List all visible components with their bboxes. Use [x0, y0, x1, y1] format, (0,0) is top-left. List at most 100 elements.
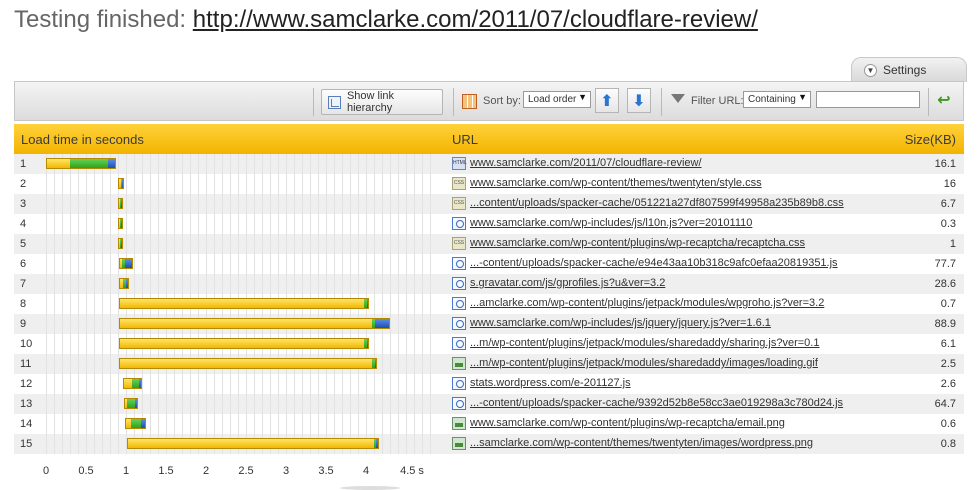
resource-url-link[interactable]: www.samclarke.com/2011/07/cloudflare-rev… — [470, 157, 702, 169]
axis-tick-label: 4.5 s — [400, 465, 424, 477]
settings-tab-label: Settings — [883, 63, 927, 77]
waterfall-bar[interactable] — [118, 358, 378, 369]
resource-url-link[interactable]: www.samclarke.com/wp-content/themes/twen… — [470, 177, 762, 189]
waterfall-bar[interactable] — [125, 418, 146, 429]
gridline — [102, 154, 103, 454]
resource-url-link[interactable]: ...samclarke.com/wp-content/themes/twent… — [470, 437, 813, 449]
axis-tick-label: 2.5 — [238, 465, 254, 477]
gridline — [70, 154, 71, 454]
bar-segment — [119, 339, 365, 348]
waterfall-bar[interactable] — [118, 238, 123, 249]
gridline — [54, 154, 55, 454]
gridline — [86, 154, 87, 454]
resource-size: 6.7 — [940, 198, 956, 210]
waterfall-bar[interactable] — [122, 378, 142, 389]
sort-by-value: Load order — [528, 94, 577, 105]
toolbar: Show link hierarchy Sort by: Load order … — [14, 81, 964, 121]
row-number: 11 — [20, 358, 32, 370]
resource-url-link[interactable]: s.gravatar.com/js/gprofiles.js?u&ver=3.2 — [470, 277, 665, 289]
time-axis: 0 0.5 1 1.5 2 2.5 3 3.5 4 4.5 s — [43, 458, 444, 482]
sort-by-label: Sort by: — [483, 95, 521, 107]
row-number: 10 — [20, 338, 33, 350]
waterfall-bar[interactable] — [118, 318, 390, 329]
resource-url-link[interactable]: ...m/wp-content/plugins/jetpack/modules/… — [470, 357, 818, 369]
waterfall-bar[interactable] — [46, 158, 117, 169]
bar-segment — [374, 319, 389, 328]
waterfall-bar[interactable] — [118, 218, 123, 229]
waterfall-bar[interactable] — [123, 398, 138, 409]
title-prefix: Testing finished: — [14, 6, 187, 33]
gridline — [62, 154, 63, 454]
waterfall-bar[interactable] — [118, 278, 130, 289]
toolbar-separator — [453, 88, 454, 116]
bar-segment — [121, 239, 122, 248]
axis-tick-label: 3 — [282, 465, 290, 477]
waterfall-bar[interactable] — [118, 338, 370, 349]
dropdown-arrow-icon: ▼ — [798, 92, 807, 102]
sort-ascending-button[interactable]: ⬆ — [595, 88, 619, 113]
waterfall-bar[interactable] — [118, 258, 134, 269]
results-table-header: Load time in seconds URL Size(KB) — [14, 124, 964, 154]
row-number: 5 — [20, 238, 27, 250]
bar-segment — [125, 279, 129, 288]
sort-by-select[interactable]: Load order ▼ — [523, 91, 591, 108]
waterfall-bar[interactable] — [126, 438, 379, 449]
apply-filter-button[interactable]: ↩ — [934, 89, 954, 111]
resource-size: 16.1 — [934, 158, 956, 170]
show-link-hierarchy-button[interactable]: Show link hierarchy — [321, 89, 443, 115]
gridline — [414, 154, 415, 454]
js-file-icon — [452, 257, 466, 270]
resource-size: 2.6 — [940, 378, 956, 390]
js-file-icon — [452, 317, 466, 330]
resource-url-link[interactable]: www.samclarke.com/wp-content/plugins/wp-… — [470, 417, 785, 429]
tested-url-link[interactable]: http://www.samclarke.com/2011/07/cloudfl… — [193, 6, 758, 33]
toolbar-separator — [313, 88, 314, 116]
settings-tab[interactable]: ▼ Settings — [851, 57, 967, 82]
return-arrow-icon: ↩ — [937, 92, 951, 109]
js-file-icon — [452, 337, 466, 350]
gridline — [430, 154, 431, 454]
waterfall-bar[interactable] — [118, 178, 125, 189]
resource-url-link[interactable]: ...-content/uploads/spacker-cache/9392d5… — [470, 397, 843, 409]
gridline — [46, 154, 47, 454]
gridline — [390, 154, 391, 454]
bar-segment — [70, 159, 108, 168]
size-column-header: Size(KB) — [904, 132, 956, 147]
html-file-icon: HTML — [452, 157, 467, 170]
bar-segment — [47, 159, 71, 168]
resource-url-link[interactable]: www.samclarke.com/wp-includes/js/l10n.js… — [470, 217, 752, 229]
bar-segment — [122, 179, 124, 188]
gridline — [94, 154, 95, 454]
bar-segment — [138, 379, 141, 388]
toolbar-separator — [928, 88, 929, 116]
waterfall-bar[interactable] — [118, 198, 123, 209]
row-number: 7 — [20, 278, 27, 290]
load-time-column-header: Load time in seconds — [21, 132, 144, 147]
filter-mode-select[interactable]: Containing ▼ — [743, 91, 811, 108]
js-file-icon — [452, 217, 466, 230]
resource-url-link[interactable]: stats.wordpress.com/e-201127.js — [470, 377, 631, 389]
axis-tick-label: 1 — [122, 465, 130, 477]
toolbar-separator — [661, 88, 662, 116]
dropdown-arrow-icon: ▼ — [578, 92, 587, 102]
row-number: 3 — [20, 198, 27, 210]
axis-tick-label: 1.5 — [158, 465, 174, 477]
bar-segment — [121, 219, 122, 228]
resource-url-link[interactable]: ...m/wp-content/plugins/jetpack/modules/… — [470, 337, 819, 349]
resource-url-link[interactable]: ...content/uploads/spacker-cache/051221a… — [470, 197, 844, 209]
bar-segment — [374, 359, 377, 368]
resource-size: 64.7 — [934, 398, 956, 410]
waterfall-bar[interactable] — [118, 298, 370, 309]
resource-url-link[interactable]: www.samclarke.com/wp-content/plugins/wp-… — [470, 237, 805, 249]
axis-tick-label: 2 — [202, 465, 210, 477]
resource-url-link[interactable]: ...amclarke.com/wp-content/plugins/jetpa… — [470, 297, 824, 309]
resource-size: 1 — [949, 238, 956, 250]
axis-tick-label: 0.5 — [78, 465, 94, 477]
resource-url-link[interactable]: ...-content/uploads/spacker-cache/e94e43… — [470, 257, 838, 269]
sort-descending-button[interactable]: ⬇ — [627, 88, 651, 113]
sort-icon — [462, 94, 477, 109]
filter-url-input[interactable] — [816, 91, 920, 108]
hierarchy-icon — [328, 95, 341, 109]
resource-url-link[interactable]: www.samclarke.com/wp-includes/js/jquery/… — [470, 317, 771, 329]
arrow-up-icon: ⬆ — [600, 92, 614, 110]
